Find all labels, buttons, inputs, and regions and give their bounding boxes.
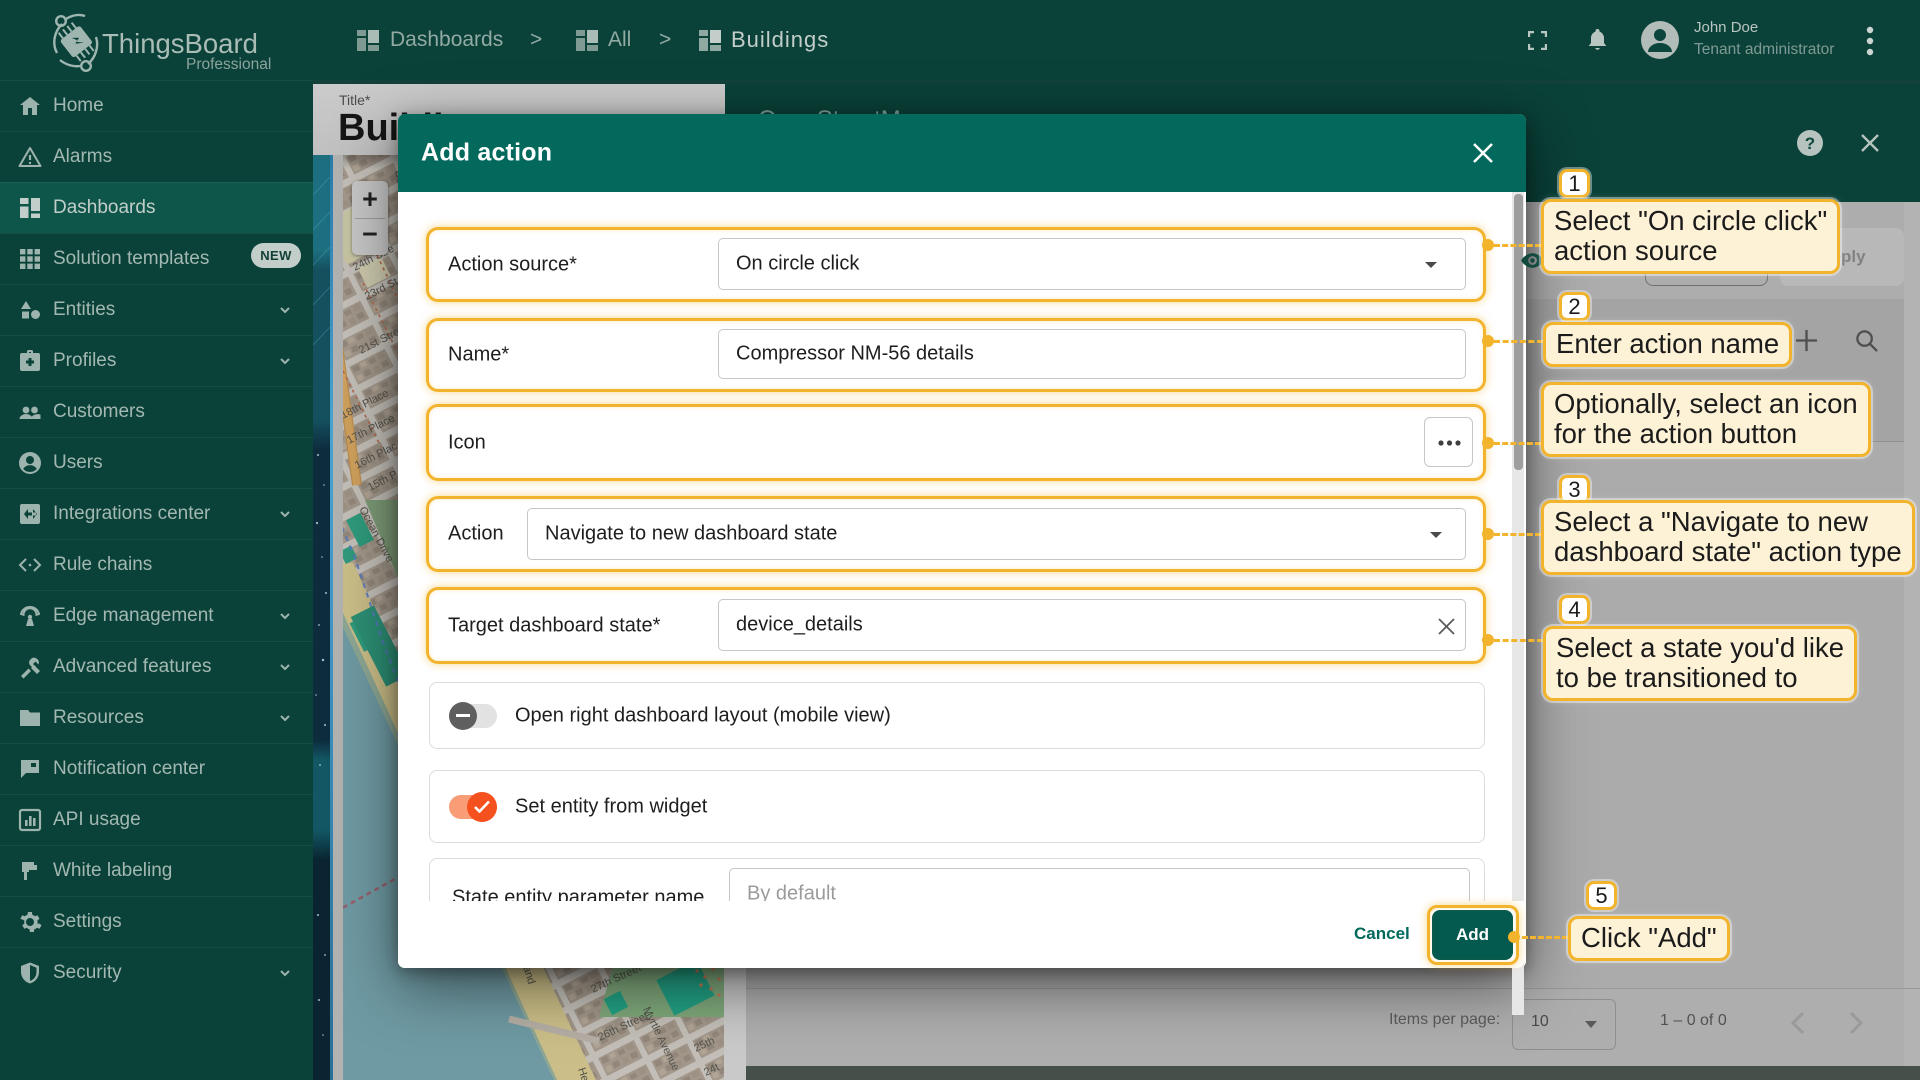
- svg-text:ThingsBoard: ThingsBoard: [102, 28, 258, 59]
- svg-text:Professional: Professional: [186, 56, 271, 72]
- svg-text:?: ?: [1805, 134, 1815, 153]
